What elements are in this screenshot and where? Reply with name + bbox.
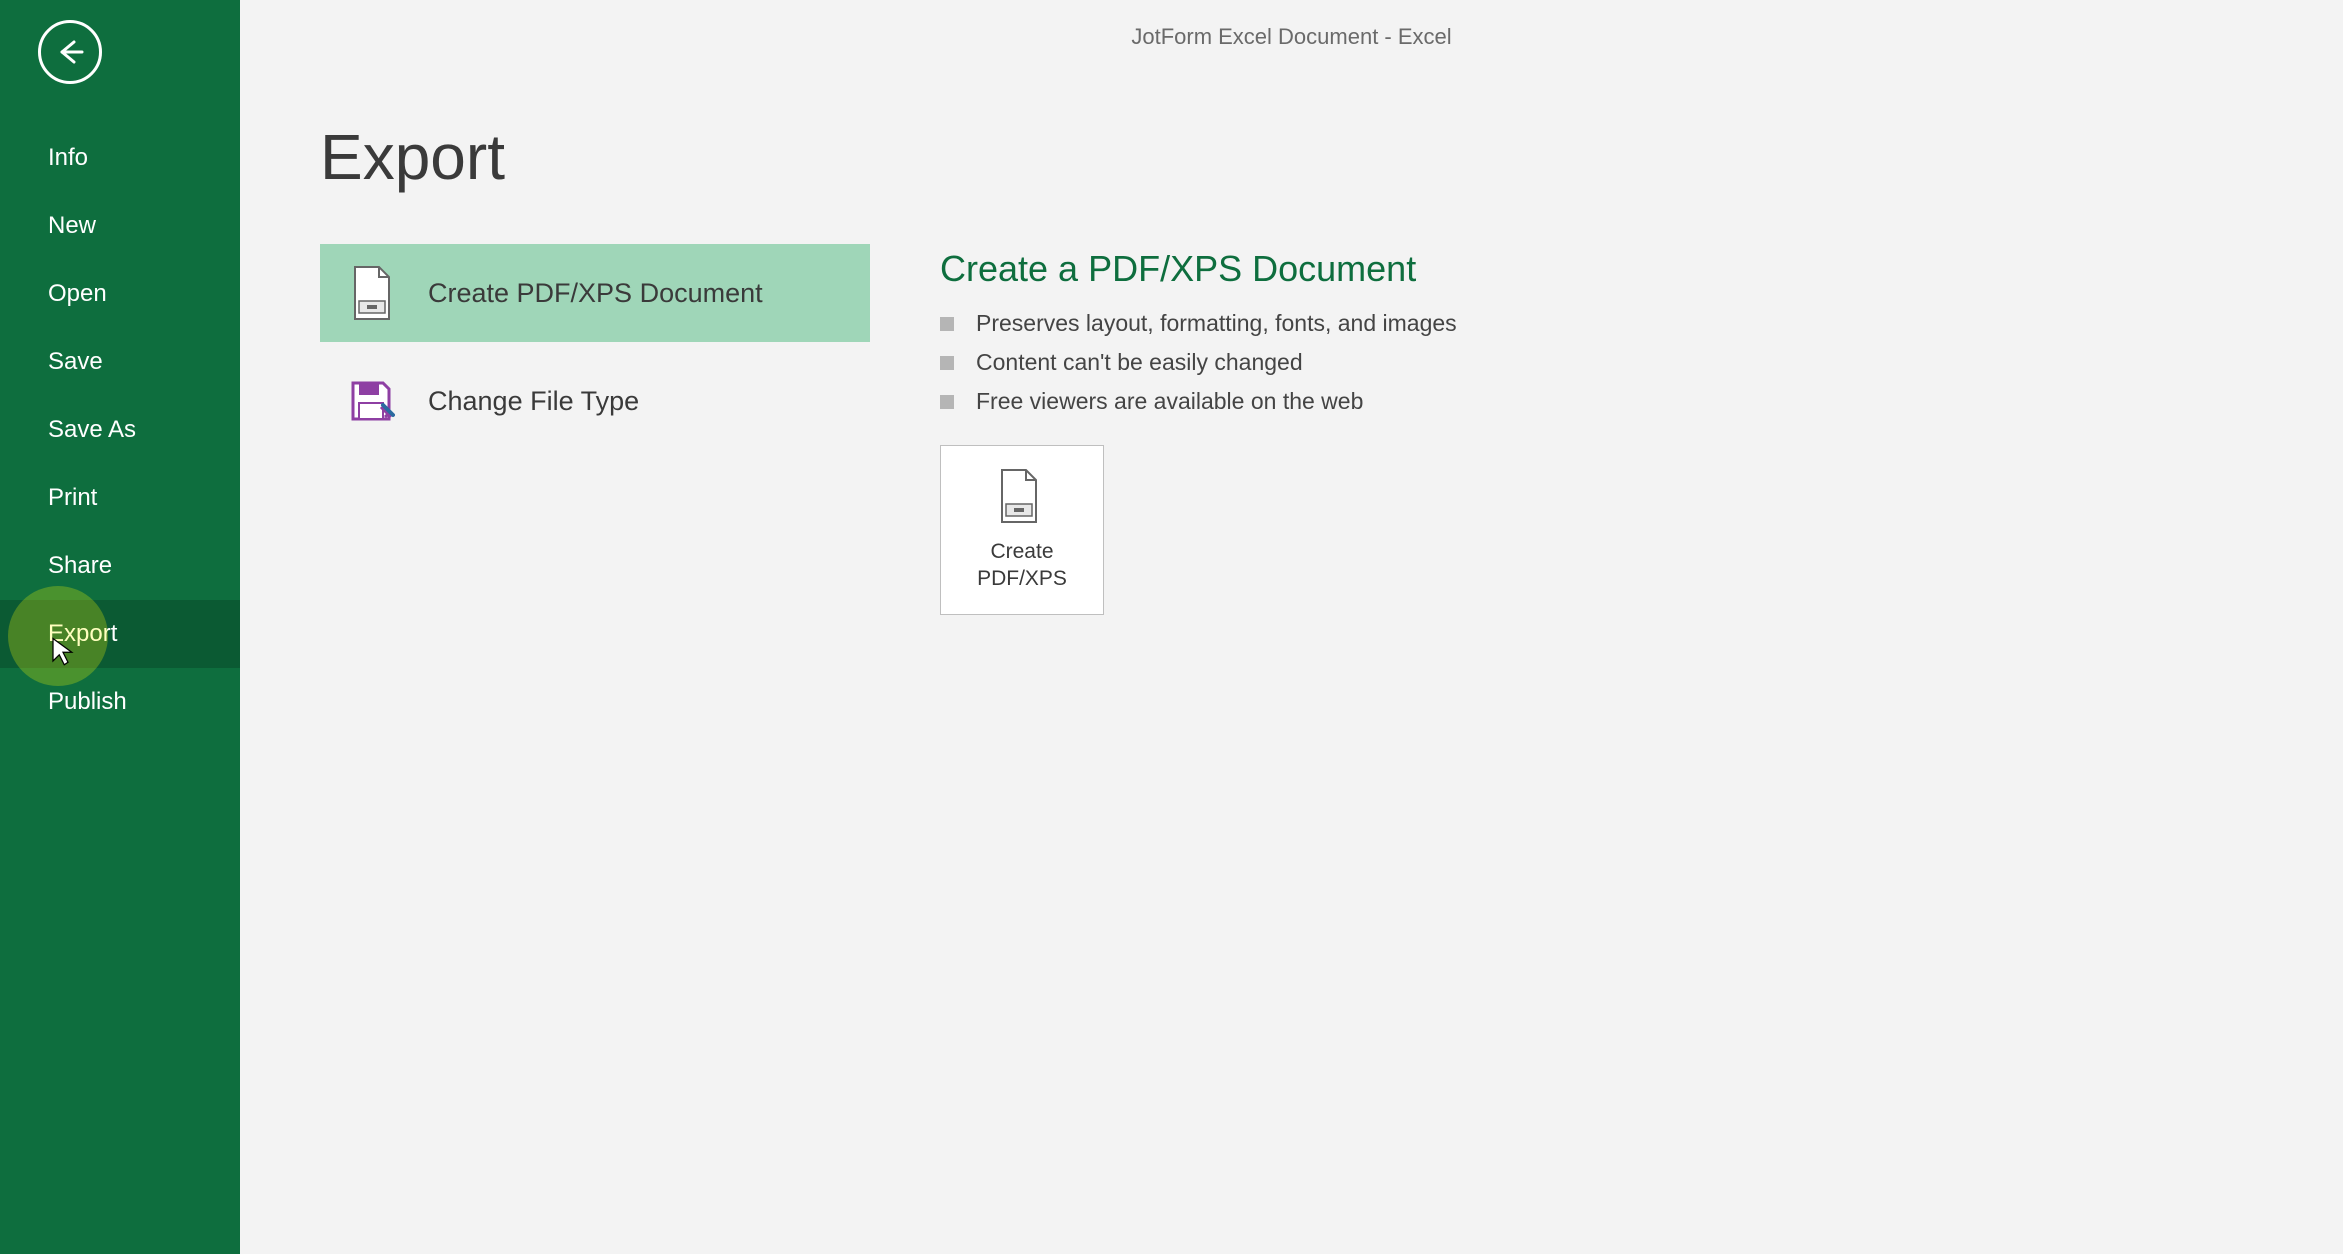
option-change-file-type[interactable]: Change File Type [320, 352, 870, 450]
bullet-text: Preserves layout, formatting, fonts, and… [976, 310, 1457, 337]
square-bullet-icon [940, 317, 954, 331]
backstage-sidebar: Info New Open Save Save As Print Share E… [0, 0, 240, 1254]
sidebar-item-export[interactable]: Export [0, 600, 240, 668]
create-pdf-xps-button[interactable]: Create PDF/XPS [940, 445, 1104, 615]
pdf-document-icon [994, 468, 1050, 524]
details-bullets: Preserves layout, formatting, fonts, and… [940, 310, 1457, 415]
sidebar-item-new[interactable]: New [0, 192, 240, 260]
backstage-main: JotForm Excel Document - Excel Export Cr… [240, 0, 2343, 1254]
export-options: Create PDF/XPS Document Change File Type [320, 244, 870, 615]
action-button-label: Create PDF/XPS [977, 538, 1067, 593]
bullet-text: Content can't be easily changed [976, 349, 1303, 376]
bullet-item: Preserves layout, formatting, fonts, and… [940, 310, 1457, 337]
sidebar-item-info[interactable]: Info [0, 124, 240, 192]
sidebar-item-open[interactable]: Open [0, 260, 240, 328]
bullet-item: Content can't be easily changed [940, 349, 1457, 376]
save-disk-icon [344, 374, 398, 428]
sidebar-item-save[interactable]: Save [0, 328, 240, 396]
option-label: Change File Type [428, 386, 639, 417]
back-button[interactable] [38, 20, 102, 84]
details-title: Create a PDF/XPS Document [940, 248, 1457, 290]
option-create-pdf-xps[interactable]: Create PDF/XPS Document [320, 244, 870, 342]
app-title: JotForm Excel Document - Excel [240, 24, 2343, 50]
square-bullet-icon [940, 356, 954, 370]
page-title: Export [320, 120, 2343, 194]
pdf-document-icon [344, 266, 398, 320]
export-details: Create a PDF/XPS Document Preserves layo… [940, 244, 1457, 615]
bullet-text: Free viewers are available on the web [976, 388, 1363, 415]
arrow-left-icon [54, 36, 86, 68]
option-label: Create PDF/XPS Document [428, 278, 763, 309]
sidebar-item-share[interactable]: Share [0, 532, 240, 600]
square-bullet-icon [940, 395, 954, 409]
sidebar-item-label: Export [48, 620, 117, 647]
sidebar-item-publish[interactable]: Publish [0, 668, 240, 736]
bullet-item: Free viewers are available on the web [940, 388, 1457, 415]
sidebar-item-save-as[interactable]: Save As [0, 396, 240, 464]
sidebar-item-print[interactable]: Print [0, 464, 240, 532]
